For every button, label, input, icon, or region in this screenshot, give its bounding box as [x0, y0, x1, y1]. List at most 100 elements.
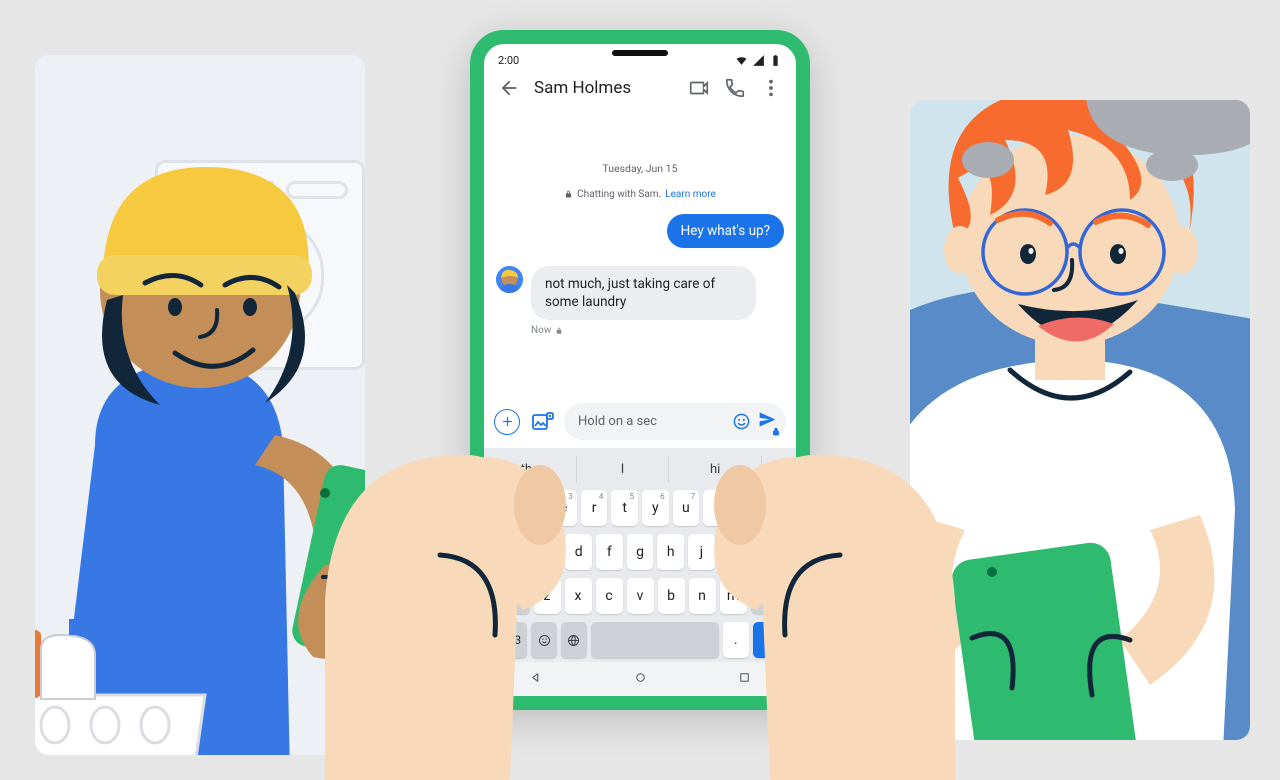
- person-left-illustration: [35, 135, 365, 755]
- rcs-status-row: Chatting with Sam. Learn more: [496, 189, 784, 200]
- key-h[interactable]: h: [657, 534, 684, 570]
- key-g[interactable]: g: [627, 534, 654, 570]
- compose-text: Hold on a sec: [578, 414, 726, 429]
- phone-icon: [724, 77, 746, 99]
- voice-input-button[interactable]: [762, 460, 796, 479]
- key-y[interactable]: y6: [642, 490, 669, 526]
- enter-icon: [764, 632, 780, 648]
- gallery-icon: [530, 410, 554, 434]
- message-timestamp: Now: [531, 325, 551, 336]
- nav-recent-button[interactable]: [737, 670, 752, 689]
- key-b[interactable]: b: [658, 578, 685, 614]
- language-key[interactable]: [561, 622, 587, 658]
- shift-key[interactable]: [489, 578, 530, 614]
- key-o[interactable]: o9: [734, 490, 761, 526]
- add-button[interactable]: [494, 409, 520, 435]
- key-u[interactable]: u7: [673, 490, 700, 526]
- rcs-status-text: Chatting with Sam.: [577, 189, 661, 200]
- gallery-button[interactable]: [530, 410, 554, 434]
- conversation-body[interactable]: Tuesday, Jun 15 Chatting with Sam. Learn…: [484, 114, 796, 395]
- key-row-1: q1w2e3r4t5y6u7i8o9p0: [484, 486, 796, 530]
- key-a[interactable]: a: [504, 534, 531, 570]
- key-v[interactable]: v: [627, 578, 654, 614]
- person-right-illustration: [910, 100, 1250, 740]
- shift-icon: [502, 589, 517, 604]
- key-n[interactable]: n: [689, 578, 716, 614]
- emoji-key[interactable]: [531, 622, 557, 658]
- enter-key[interactable]: [753, 622, 791, 658]
- app-bar: Sam Holmes: [484, 69, 796, 114]
- suggestion-1[interactable]: the: [484, 456, 577, 483]
- key-row-4: ?123 .: [484, 618, 796, 662]
- key-p[interactable]: p0: [764, 490, 791, 526]
- key-w[interactable]: w2: [520, 490, 547, 526]
- key-s[interactable]: s: [535, 534, 562, 570]
- status-time: 2:00: [498, 54, 519, 67]
- android-navbar: [484, 662, 796, 696]
- nav-home-button[interactable]: [633, 670, 648, 689]
- phone-panel: 2:00 Sam Holmes: [470, 30, 810, 730]
- key-k[interactable]: k: [719, 534, 746, 570]
- video-icon: [688, 77, 710, 99]
- outgoing-message[interactable]: Hey what's up?: [667, 214, 784, 248]
- date-header: Tuesday, Jun 15: [496, 162, 784, 175]
- key-m[interactable]: m: [720, 578, 747, 614]
- lock-icon: [555, 327, 563, 335]
- contact-avatar[interactable]: [496, 266, 523, 293]
- battery-icon: [769, 54, 782, 67]
- phone-device: 2:00 Sam Holmes: [470, 30, 810, 710]
- key-l[interactable]: l: [749, 534, 776, 570]
- voice-call-button[interactable]: [724, 77, 746, 99]
- key-f[interactable]: f: [596, 534, 623, 570]
- key-r[interactable]: r4: [581, 490, 608, 526]
- incoming-message-row: not much, just taking care of some laund…: [496, 266, 784, 320]
- backspace-icon: [763, 589, 778, 604]
- backspace-key[interactable]: [751, 578, 792, 614]
- key-row-3: zxcvbnm: [484, 574, 796, 618]
- nav-back-icon: [529, 670, 544, 685]
- right-illustration-panel: [910, 100, 1250, 740]
- suggestion-2[interactable]: I: [577, 456, 670, 483]
- more-button[interactable]: [760, 77, 782, 99]
- key-c[interactable]: c: [596, 578, 623, 614]
- plus-icon: [500, 414, 515, 429]
- incoming-message[interactable]: not much, just taking care of some laund…: [531, 266, 756, 320]
- suggestion-3[interactable]: hi: [669, 456, 762, 483]
- symbols-key[interactable]: ?123: [489, 622, 527, 658]
- emoji-icon[interactable]: [732, 412, 751, 431]
- mic-icon: [772, 460, 787, 475]
- back-button[interactable]: [498, 77, 520, 99]
- key-x[interactable]: x: [565, 578, 592, 614]
- video-call-button[interactable]: [688, 77, 710, 99]
- contact-name: Sam Holmes: [534, 78, 674, 98]
- period-key[interactable]: .: [723, 622, 749, 658]
- nav-home-icon: [633, 670, 648, 685]
- compose-input[interactable]: Hold on a sec: [564, 403, 786, 440]
- emoji-keyboard-icon: [537, 633, 552, 648]
- key-d[interactable]: d: [565, 534, 592, 570]
- arrow-back-icon: [498, 77, 520, 99]
- nav-back-button[interactable]: [529, 670, 544, 689]
- key-row-2: asdfghjkl: [484, 530, 796, 574]
- key-q[interactable]: q1: [489, 490, 516, 526]
- space-key[interactable]: [591, 622, 719, 658]
- left-illustration-panel: [35, 55, 365, 755]
- send-button[interactable]: [757, 409, 778, 434]
- key-e[interactable]: e3: [550, 490, 577, 526]
- key-i[interactable]: i8: [703, 490, 730, 526]
- lock-icon: [771, 427, 781, 437]
- suggestion-row: the I hi: [484, 452, 796, 486]
- more-vert-icon: [760, 77, 782, 99]
- message-meta: Now: [531, 325, 784, 336]
- learn-more-link[interactable]: Learn more: [665, 189, 716, 200]
- lock-icon: [564, 190, 573, 199]
- key-j[interactable]: j: [688, 534, 715, 570]
- keyboard: the I hi q1w2e3r4t5y6u7i8o9p0 asdfghjkl …: [484, 448, 796, 696]
- compose-bar: Hold on a sec: [484, 395, 796, 448]
- signal-icon: [752, 54, 765, 67]
- globe-icon: [566, 633, 581, 648]
- key-t[interactable]: t5: [611, 490, 638, 526]
- key-z[interactable]: z: [534, 578, 561, 614]
- nav-recent-icon: [737, 670, 752, 685]
- status-bar: 2:00: [484, 44, 796, 69]
